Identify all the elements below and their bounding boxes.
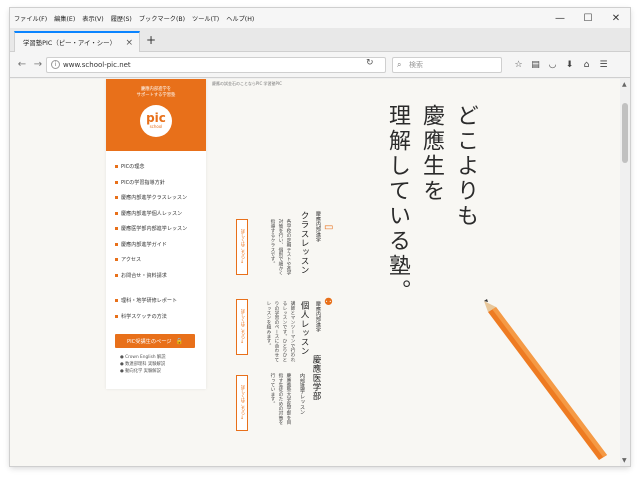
menu-bar: ファイル(F) 編集(E) 表示(V) 履歴(S) ブックマーク(B) ツール(T) ヘルプ… (10, 8, 630, 28)
url-bar[interactable]: i www.school-pic.net (46, 57, 386, 73)
minimize-button[interactable]: — (546, 8, 574, 28)
back-icon[interactable]: ← (14, 56, 30, 72)
forward-icon[interactable]: → (30, 56, 46, 72)
pencil-icon (484, 299, 607, 460)
menu-item-4[interactable]: ブックマーク(B) (139, 14, 185, 23)
window-controls: — ☐ ✕ (546, 8, 630, 28)
menu-item-3[interactable]: 履歴(S) (111, 14, 132, 23)
star-icon[interactable]: ☆ (510, 56, 527, 74)
maximize-button[interactable]: ☐ (574, 8, 602, 28)
home-icon[interactable]: ⌂ (578, 56, 595, 74)
page-scrollbar[interactable]: ▲ ▼ (620, 79, 630, 466)
menu-item-1[interactable]: 編集(E) (54, 14, 75, 23)
menu-item-2[interactable]: 表示(V) (82, 14, 103, 23)
reload-icon[interactable]: ↻ (366, 58, 374, 68)
search-input[interactable]: ⌕ 検索 (392, 57, 502, 73)
page-content: 慶應の試金石のことならPIC 学習塾PIC 慶應内部進学を サポートする学習塾 … (10, 79, 620, 466)
download-icon[interactable]: ⬇ (561, 56, 578, 74)
scroll-up-icon[interactable]: ▲ (622, 81, 627, 88)
url-text: www.school-pic.net (63, 61, 131, 69)
toolbar-icons: ☆ ▤ ◡ ⬇ ⌂ ☰ (510, 56, 612, 74)
tab-close-icon[interactable]: × (125, 38, 133, 48)
new-tab-button[interactable]: + (146, 34, 156, 46)
menu-item-5[interactable]: ツール(T) (192, 14, 219, 23)
info-icon[interactable]: i (51, 60, 60, 69)
menu-item-6[interactable]: ヘルプ(H) (226, 14, 254, 23)
tab-active[interactable]: 学習塾PIC（ピー・アイ・シー） × (14, 31, 140, 52)
nav-bar: ← → i www.school-pic.net ↻ ⌕ 検索 ☆ ▤ ◡ ⬇ … (10, 52, 630, 78)
scroll-down-icon[interactable]: ▼ (622, 457, 627, 464)
pocket-icon[interactable]: ◡ (544, 56, 561, 74)
scrollbar-thumb[interactable] (622, 103, 628, 163)
tab-strip: 学習塾PIC（ピー・アイ・シー） × + (10, 28, 630, 52)
menu-icon[interactable]: ☰ (595, 56, 612, 74)
browser-window: ファイル(F) 編集(E) 表示(V) 履歴(S) ブックマーク(B) ツール(T) ヘルプ… (10, 8, 630, 466)
menu-item-0[interactable]: ファイル(F) (14, 14, 47, 23)
pencil-illustration (484, 299, 607, 460)
close-window-button[interactable]: ✕ (602, 8, 630, 28)
search-icon: ⌕ (397, 60, 402, 69)
library-icon[interactable]: ▤ (527, 56, 544, 74)
tab-title: 学習塾PIC（ピー・アイ・シー） (23, 39, 116, 47)
search-placeholder: 検索 (409, 61, 423, 69)
